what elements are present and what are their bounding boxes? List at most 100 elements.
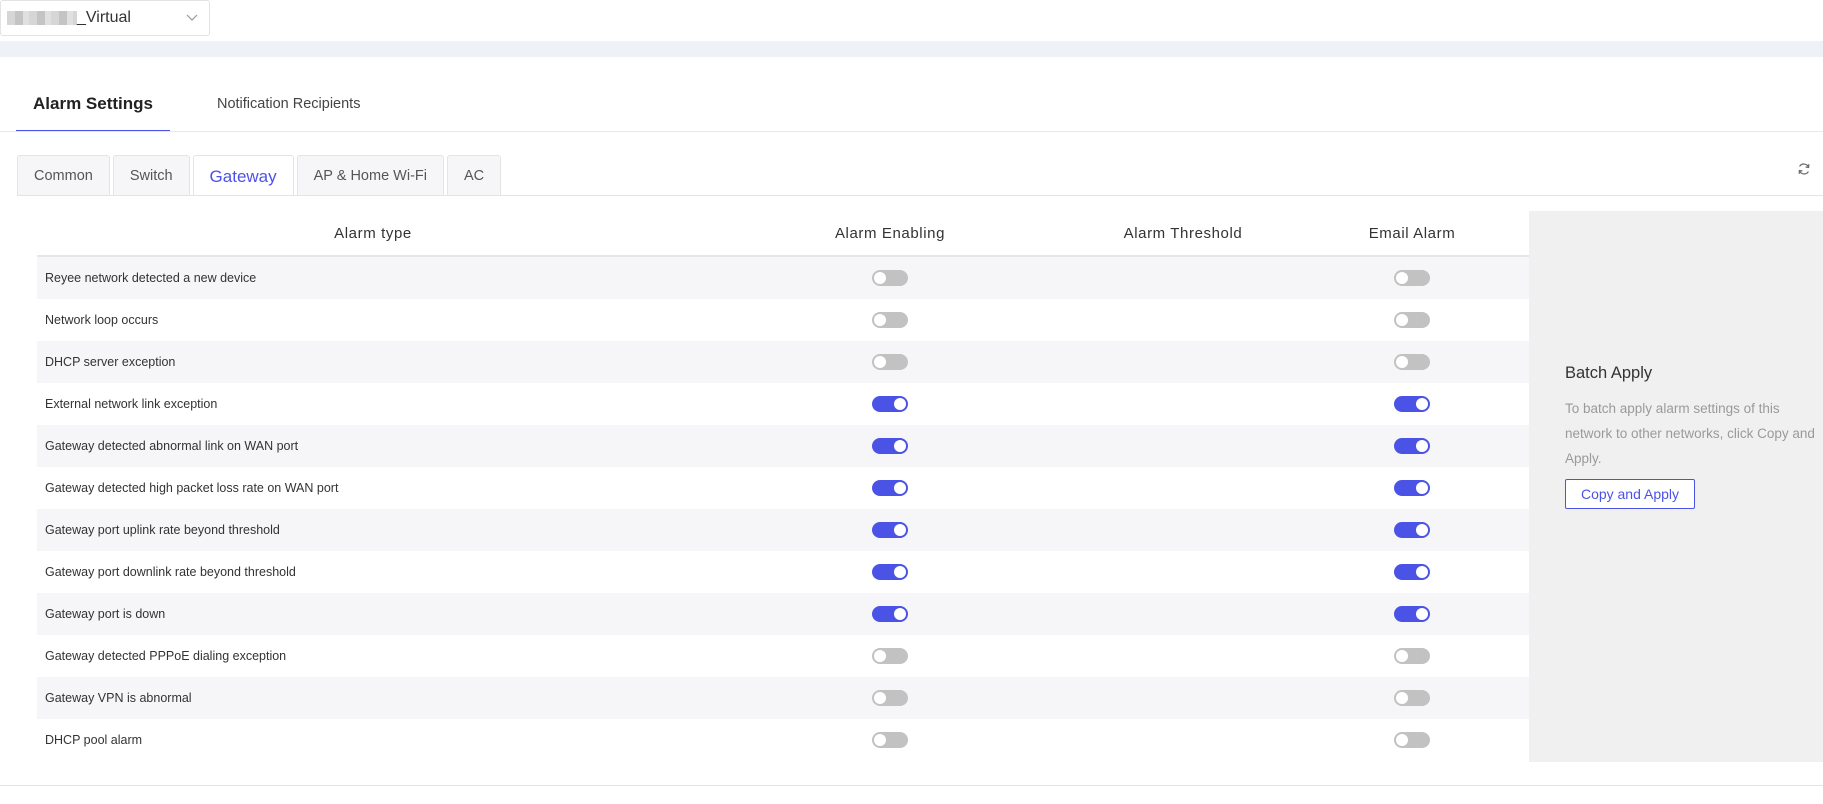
batch-apply-description: To batch apply alarm settings of this ne… xyxy=(1565,401,1815,466)
alarm-type-label: DHCP server exception xyxy=(45,355,176,369)
table-row: Reyee network detected a new device xyxy=(37,257,1529,299)
alarm-enabling-cell xyxy=(709,438,1071,454)
tab-ac[interactable]: AC xyxy=(446,155,502,196)
email-alarm-toggle[interactable] xyxy=(1394,438,1430,454)
email-alarm-toggle[interactable] xyxy=(1394,270,1430,286)
email-alarm-cell xyxy=(1295,648,1529,664)
toggle-knob xyxy=(1416,482,1428,494)
alarm-enabling-toggle[interactable] xyxy=(872,606,908,622)
email-alarm-toggle[interactable] xyxy=(1394,312,1430,328)
alarm-enabling-toggle[interactable] xyxy=(872,690,908,706)
alarm-enabling-toggle[interactable] xyxy=(872,480,908,496)
tab-gateway[interactable]: Gateway xyxy=(192,155,294,196)
table-row: Gateway detected high packet loss rate o… xyxy=(37,467,1529,509)
alarm-enabling-cell xyxy=(709,648,1071,664)
toggle-knob xyxy=(894,398,906,410)
header-email-alarm: Email Alarm xyxy=(1368,224,1456,242)
toggle-knob xyxy=(1396,734,1408,746)
email-alarm-cell xyxy=(1295,270,1529,286)
table-row: Network loop occurs xyxy=(37,299,1529,341)
alarm-enabling-toggle[interactable] xyxy=(872,354,908,370)
chevron-down-icon xyxy=(186,14,198,21)
network-name-mask xyxy=(7,11,77,25)
main-tabs: Alarm Settings Notification Recipients xyxy=(16,86,377,132)
tab-notification-recipients[interactable]: Notification Recipients xyxy=(200,86,377,132)
toggle-knob xyxy=(874,314,886,326)
email-alarm-cell xyxy=(1295,732,1529,748)
email-alarm-cell xyxy=(1295,354,1529,370)
tab-switch[interactable]: Switch xyxy=(112,155,190,196)
table-row: Gateway port downlink rate beyond thresh… xyxy=(37,551,1529,593)
alarm-enabling-toggle[interactable] xyxy=(872,396,908,412)
table-row: Gateway VPN is abnormal xyxy=(37,677,1529,719)
alarm-type-label: Gateway detected PPPoE dialing exception xyxy=(45,649,287,663)
table-row: DHCP pool alarm xyxy=(37,719,1529,761)
table-body: Reyee network detected a new device Netwo… xyxy=(37,257,1529,761)
email-alarm-toggle[interactable] xyxy=(1394,564,1430,580)
alarm-enabling-toggle[interactable] xyxy=(872,564,908,580)
email-alarm-cell xyxy=(1295,438,1529,454)
sub-tabs-divider xyxy=(17,195,1823,196)
toggle-knob xyxy=(874,650,886,662)
alarm-type-label: Gateway port downlink rate beyond thresh… xyxy=(45,565,296,579)
toggle-knob xyxy=(1416,566,1428,578)
table-row: DHCP server exception xyxy=(37,341,1529,383)
toggle-knob xyxy=(1396,356,1408,368)
email-alarm-cell xyxy=(1295,606,1529,622)
header-divider-band xyxy=(0,41,1823,57)
alarm-enabling-toggle[interactable] xyxy=(872,438,908,454)
header-alarm-enabling: Alarm Enabling xyxy=(834,224,946,242)
alarm-type-label: Gateway port uplink rate beyond threshol… xyxy=(45,523,280,537)
toggle-knob xyxy=(874,272,886,284)
table-row: Gateway port uplink rate beyond threshol… xyxy=(37,509,1529,551)
email-alarm-toggle[interactable] xyxy=(1394,732,1430,748)
tab-ap-home-wifi[interactable]: AP & Home Wi-Fi xyxy=(296,155,444,196)
network-selector[interactable]: _Virtual xyxy=(0,0,210,36)
email-alarm-toggle[interactable] xyxy=(1394,690,1430,706)
email-alarm-toggle[interactable] xyxy=(1394,606,1430,622)
alarm-enabling-cell xyxy=(709,690,1071,706)
alarm-enabling-cell xyxy=(709,354,1071,370)
email-alarm-cell xyxy=(1295,564,1529,580)
alarm-table: Alarm type Alarm Enabling Alarm Threshol… xyxy=(37,211,1529,761)
email-alarm-toggle[interactable] xyxy=(1394,396,1430,412)
email-alarm-cell xyxy=(1295,396,1529,412)
alarm-type-label: DHCP pool alarm xyxy=(45,733,143,747)
email-alarm-toggle[interactable] xyxy=(1394,480,1430,496)
tab-alarm-settings[interactable]: Alarm Settings xyxy=(16,86,170,132)
email-alarm-toggle[interactable] xyxy=(1394,648,1430,664)
email-alarm-cell xyxy=(1295,522,1529,538)
toggle-knob xyxy=(894,566,906,578)
toggle-knob xyxy=(1396,272,1408,284)
alarm-enabling-cell xyxy=(709,396,1071,412)
bottom-divider xyxy=(0,785,1823,786)
alarm-enabling-toggle[interactable] xyxy=(872,732,908,748)
toggle-knob xyxy=(1416,440,1428,452)
alarm-enabling-toggle[interactable] xyxy=(872,522,908,538)
email-alarm-cell xyxy=(1295,690,1529,706)
alarm-enabling-toggle[interactable] xyxy=(872,312,908,328)
main-tabs-divider xyxy=(0,131,1823,132)
alarm-enabling-cell xyxy=(709,480,1071,496)
toggle-knob xyxy=(874,356,886,368)
alarm-enabling-cell xyxy=(709,270,1071,286)
toggle-knob xyxy=(1396,314,1408,326)
network-name: _Virtual xyxy=(77,9,131,26)
copy-and-apply-button[interactable]: Copy and Apply xyxy=(1565,479,1695,509)
toggle-knob xyxy=(1416,608,1428,620)
alarm-enabling-toggle[interactable] xyxy=(872,270,908,286)
refresh-icon[interactable] xyxy=(1797,162,1811,176)
toggle-knob xyxy=(894,524,906,536)
email-alarm-toggle[interactable] xyxy=(1394,354,1430,370)
alarm-enabling-cell xyxy=(709,522,1071,538)
alarm-enabling-toggle[interactable] xyxy=(872,648,908,664)
toggle-knob xyxy=(874,734,886,746)
toggle-knob xyxy=(1396,692,1408,704)
alarm-enabling-cell xyxy=(709,312,1071,328)
table-row: Gateway detected abnormal link on WAN po… xyxy=(37,425,1529,467)
alarm-type-label: Reyee network detected a new device xyxy=(45,271,257,285)
tab-common[interactable]: Common xyxy=(17,155,110,196)
device-type-tabs: Common Switch Gateway AP & Home Wi-Fi AC xyxy=(17,155,504,196)
toggle-knob xyxy=(1416,398,1428,410)
email-alarm-toggle[interactable] xyxy=(1394,522,1430,538)
